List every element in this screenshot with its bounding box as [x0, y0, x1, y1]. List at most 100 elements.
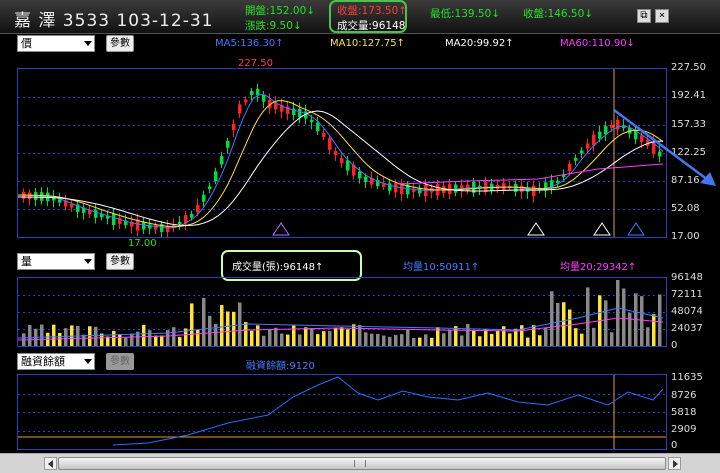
low-price: 最低:139.50↓: [430, 8, 501, 20]
candle-body: [334, 151, 338, 155]
volume-bar: [94, 326, 98, 346]
ma60-label: MA60:110.90↓: [560, 38, 635, 49]
candle-body: [298, 108, 302, 118]
candle-body: [532, 185, 536, 197]
price-params-button[interactable]: 參數: [106, 35, 134, 52]
scroll-thumb[interactable]: [58, 457, 666, 470]
volume-bar: [568, 309, 572, 346]
volume-bar: [58, 332, 62, 346]
restore-icon[interactable]: ⧉: [637, 9, 651, 23]
candle-body: [58, 199, 62, 203]
candle-body: [244, 99, 248, 103]
volume-bar: [532, 325, 536, 346]
candle-body: [346, 160, 350, 171]
margin-tick-1: 8726: [671, 390, 697, 401]
close-icon[interactable]: ×: [655, 9, 669, 23]
volume-bar: [352, 324, 356, 346]
volume-bar: [142, 324, 146, 346]
price-chart-panel[interactable]: [17, 68, 667, 239]
candle-body: [358, 171, 362, 179]
volume-bar: [562, 302, 566, 346]
candle-body: [610, 124, 614, 128]
horizontal-scrollbar[interactable]: [0, 453, 720, 473]
volume-bar: [574, 328, 578, 346]
margin-type-select[interactable]: 融資餘額: [17, 353, 95, 370]
volume-bar: [298, 334, 302, 346]
candle-body: [310, 119, 314, 123]
volume-bar: [244, 322, 248, 346]
volume-bar: [538, 335, 542, 346]
volume-bar: [154, 335, 158, 346]
marker-20: [527, 222, 545, 236]
candle-body: [214, 171, 218, 182]
chevron-down-icon: [84, 41, 92, 46]
volume-bar: [178, 337, 182, 346]
price-type-value: 價: [21, 37, 32, 50]
volume-type-select[interactable]: 量: [17, 253, 95, 270]
settle-price: 收盤:146.50↓: [523, 8, 594, 20]
price-change: 漲跌:9.50↓: [245, 20, 302, 32]
candle-body: [208, 186, 212, 190]
vol-tick-0: 96148: [671, 272, 703, 283]
candle-body: [316, 122, 320, 132]
candle-body: [226, 140, 230, 148]
volume-bar: [316, 334, 320, 346]
volume-bar: [40, 324, 44, 346]
volume-bar: [274, 327, 278, 346]
volume-chart-panel[interactable]: [17, 277, 667, 347]
deal-volume: 成交量:96148: [337, 20, 406, 32]
volume-bar: [232, 311, 236, 346]
price-tick-5: 52.08: [671, 203, 700, 214]
candle-body: [112, 213, 116, 225]
chevron-down-icon: [84, 359, 92, 364]
ma10-line: [18, 100, 664, 228]
volume-bar: [520, 325, 524, 346]
volume-bar: [196, 329, 200, 346]
volume-bars: [17, 280, 666, 346]
candle-body: [178, 221, 182, 225]
volume-bar: [442, 333, 446, 346]
volume-bar: [526, 337, 530, 346]
candle-body: [580, 150, 584, 154]
candle-body: [592, 134, 596, 146]
ma10-label: MA10:127.75↑: [330, 38, 405, 49]
candle-body: [322, 132, 326, 138]
vol-tick-1: 72111: [671, 289, 703, 300]
price-tick-0: 227.50: [671, 62, 706, 73]
candlestick-chart: [17, 69, 666, 239]
volume-bar: [118, 334, 122, 346]
scroll-right-icon[interactable]: [668, 457, 681, 470]
margin-balance-line: [112, 376, 664, 446]
price-tick-4: 87.16: [671, 175, 700, 186]
chevron-down-icon: [84, 259, 92, 264]
candle-body: [232, 123, 236, 131]
volume-params-button[interactable]: 參數: [106, 253, 134, 270]
volume-bar: [400, 334, 404, 346]
margin-type-value: 融資餘額: [21, 355, 65, 368]
avg-vol20-label: 均量20:29342↑: [560, 262, 637, 273]
low-price-label: 17.00: [128, 238, 157, 249]
volume-bar: [304, 327, 308, 346]
volume-bar: [454, 326, 458, 346]
price-tick-2: 157.33: [671, 119, 706, 130]
margin-params-button[interactable]: 參數: [106, 353, 134, 370]
volume-bar: [604, 300, 608, 346]
candle-body: [658, 151, 662, 157]
price-type-select[interactable]: 價: [17, 35, 95, 52]
close-price: 收盤:173.50↑: [337, 5, 408, 17]
volume-bar: [550, 291, 554, 346]
volume-bar: [310, 328, 314, 346]
scroll-left-icon[interactable]: [44, 457, 57, 470]
volume-bar: [430, 337, 434, 346]
trend-arrow-icon: [700, 172, 716, 186]
candle-body: [250, 91, 254, 95]
volume-bar: [496, 330, 500, 346]
margin-chart-panel[interactable]: [17, 374, 667, 450]
candle-body: [142, 221, 146, 230]
candle-body: [394, 183, 398, 193]
volume-bar: [646, 327, 650, 346]
candle-body: [568, 163, 572, 172]
volume-bar: [472, 330, 476, 346]
volume-bar: [508, 333, 512, 346]
candle-body: [148, 224, 152, 229]
